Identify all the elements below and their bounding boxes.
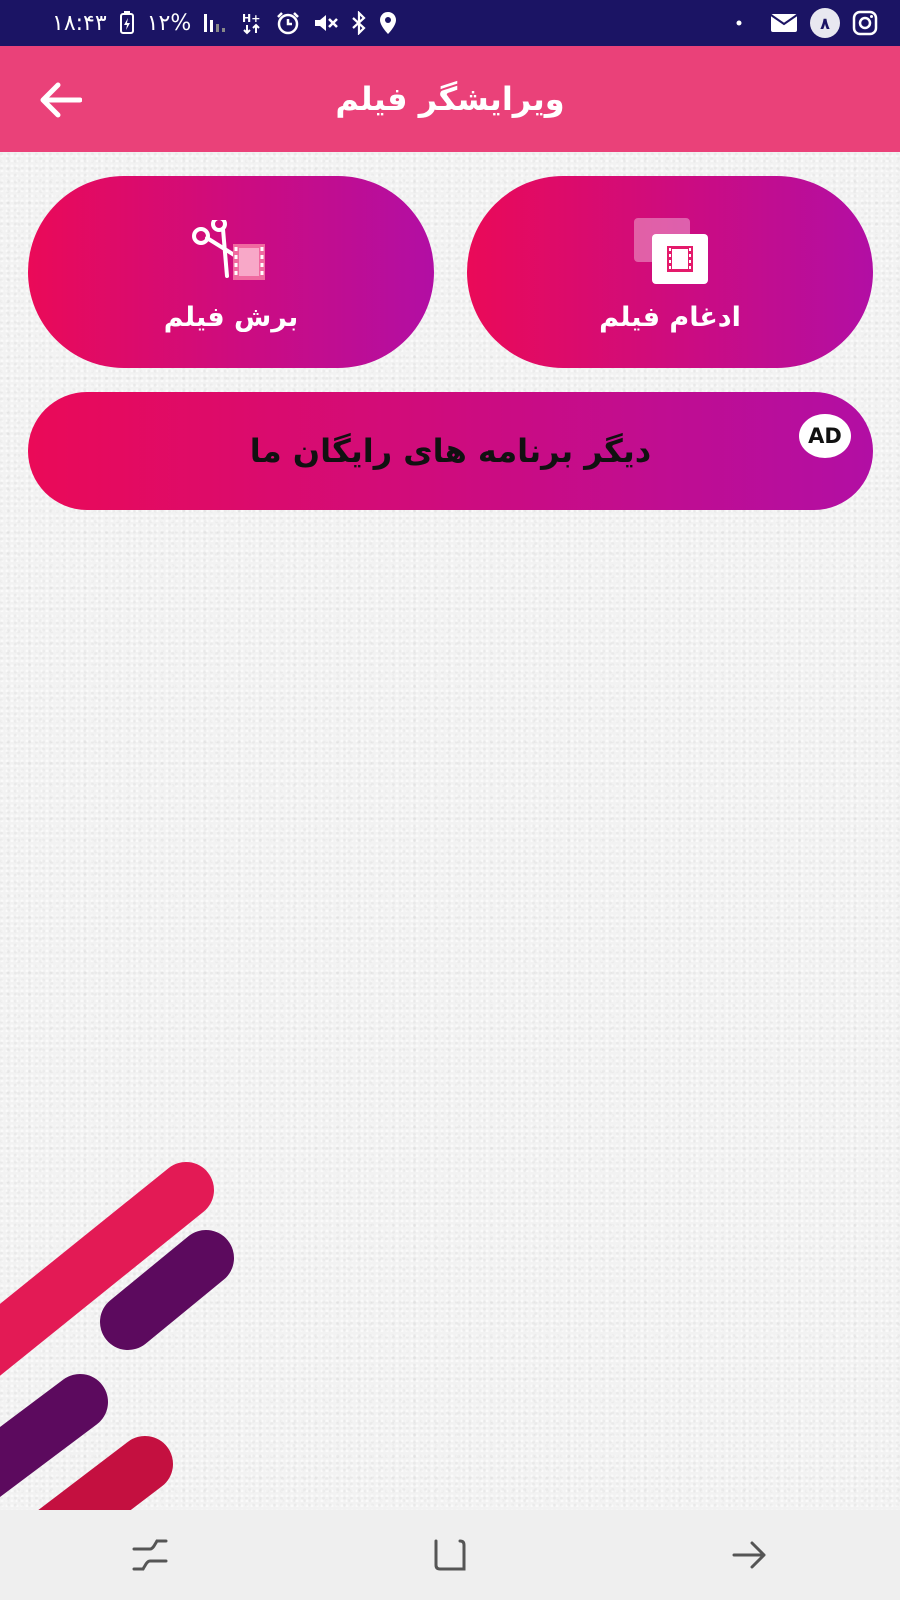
mail-icon	[770, 13, 798, 33]
cut-video-label: برش فیلم	[163, 301, 299, 333]
app-bar: ویرایشگر فیلم	[0, 46, 900, 152]
main-content: ادغام فیلم برش فیلم دیگر برنامه های رایگ…	[0, 152, 900, 1510]
merge-video-icon	[625, 212, 715, 292]
notification-count-badge: ۸	[810, 8, 840, 38]
alarm-icon	[275, 11, 301, 35]
status-time: ۱۸:۴۳	[52, 10, 107, 36]
status-battery: ۱۲%	[146, 10, 192, 36]
status-left: ۱۸:۴۳ ۱۲% H+	[52, 11, 397, 36]
data-icon: H+	[241, 11, 263, 35]
stripe-purple-upper	[100, 1230, 234, 1350]
back-button[interactable]	[36, 76, 84, 124]
status-right: ۸	[734, 8, 878, 38]
home-icon	[434, 1539, 466, 1571]
decorative-stripes	[0, 1162, 234, 1510]
page-title: ویرایشگر فیلم	[335, 80, 565, 118]
battery-icon	[119, 11, 135, 35]
scissors-film-icon	[186, 212, 276, 292]
other-free-apps-button[interactable]: دیگر برنامه های رایگان ما AD	[28, 392, 873, 510]
dot-icon	[734, 18, 758, 28]
cut-video-button[interactable]: برش فیلم	[28, 176, 434, 368]
merge-video-button[interactable]: ادغام فیلم	[467, 176, 873, 368]
recents-icon	[132, 1539, 168, 1571]
back-icon	[732, 1541, 766, 1569]
recents-button[interactable]	[110, 1525, 190, 1585]
system-nav-bar	[0, 1510, 900, 1600]
ad-badge: AD	[799, 414, 851, 458]
stripe-purple-lower	[0, 1374, 108, 1497]
instagram-icon	[852, 10, 878, 36]
location-icon	[379, 11, 397, 35]
other-free-apps-label: دیگر برنامه های رایگان ما	[249, 432, 652, 470]
bluetooth-icon	[351, 11, 367, 35]
home-button[interactable]	[410, 1525, 490, 1585]
nav-back-button[interactable]	[710, 1525, 790, 1585]
merge-video-label: ادغام فیلم	[599, 301, 741, 333]
svg-text:H+: H+	[242, 12, 260, 25]
signal-icon	[203, 12, 229, 34]
back-arrow-icon	[40, 82, 82, 118]
mute-icon	[313, 12, 339, 34]
status-bar: ۱۸:۴۳ ۱۲% H+ ۸	[0, 0, 900, 46]
